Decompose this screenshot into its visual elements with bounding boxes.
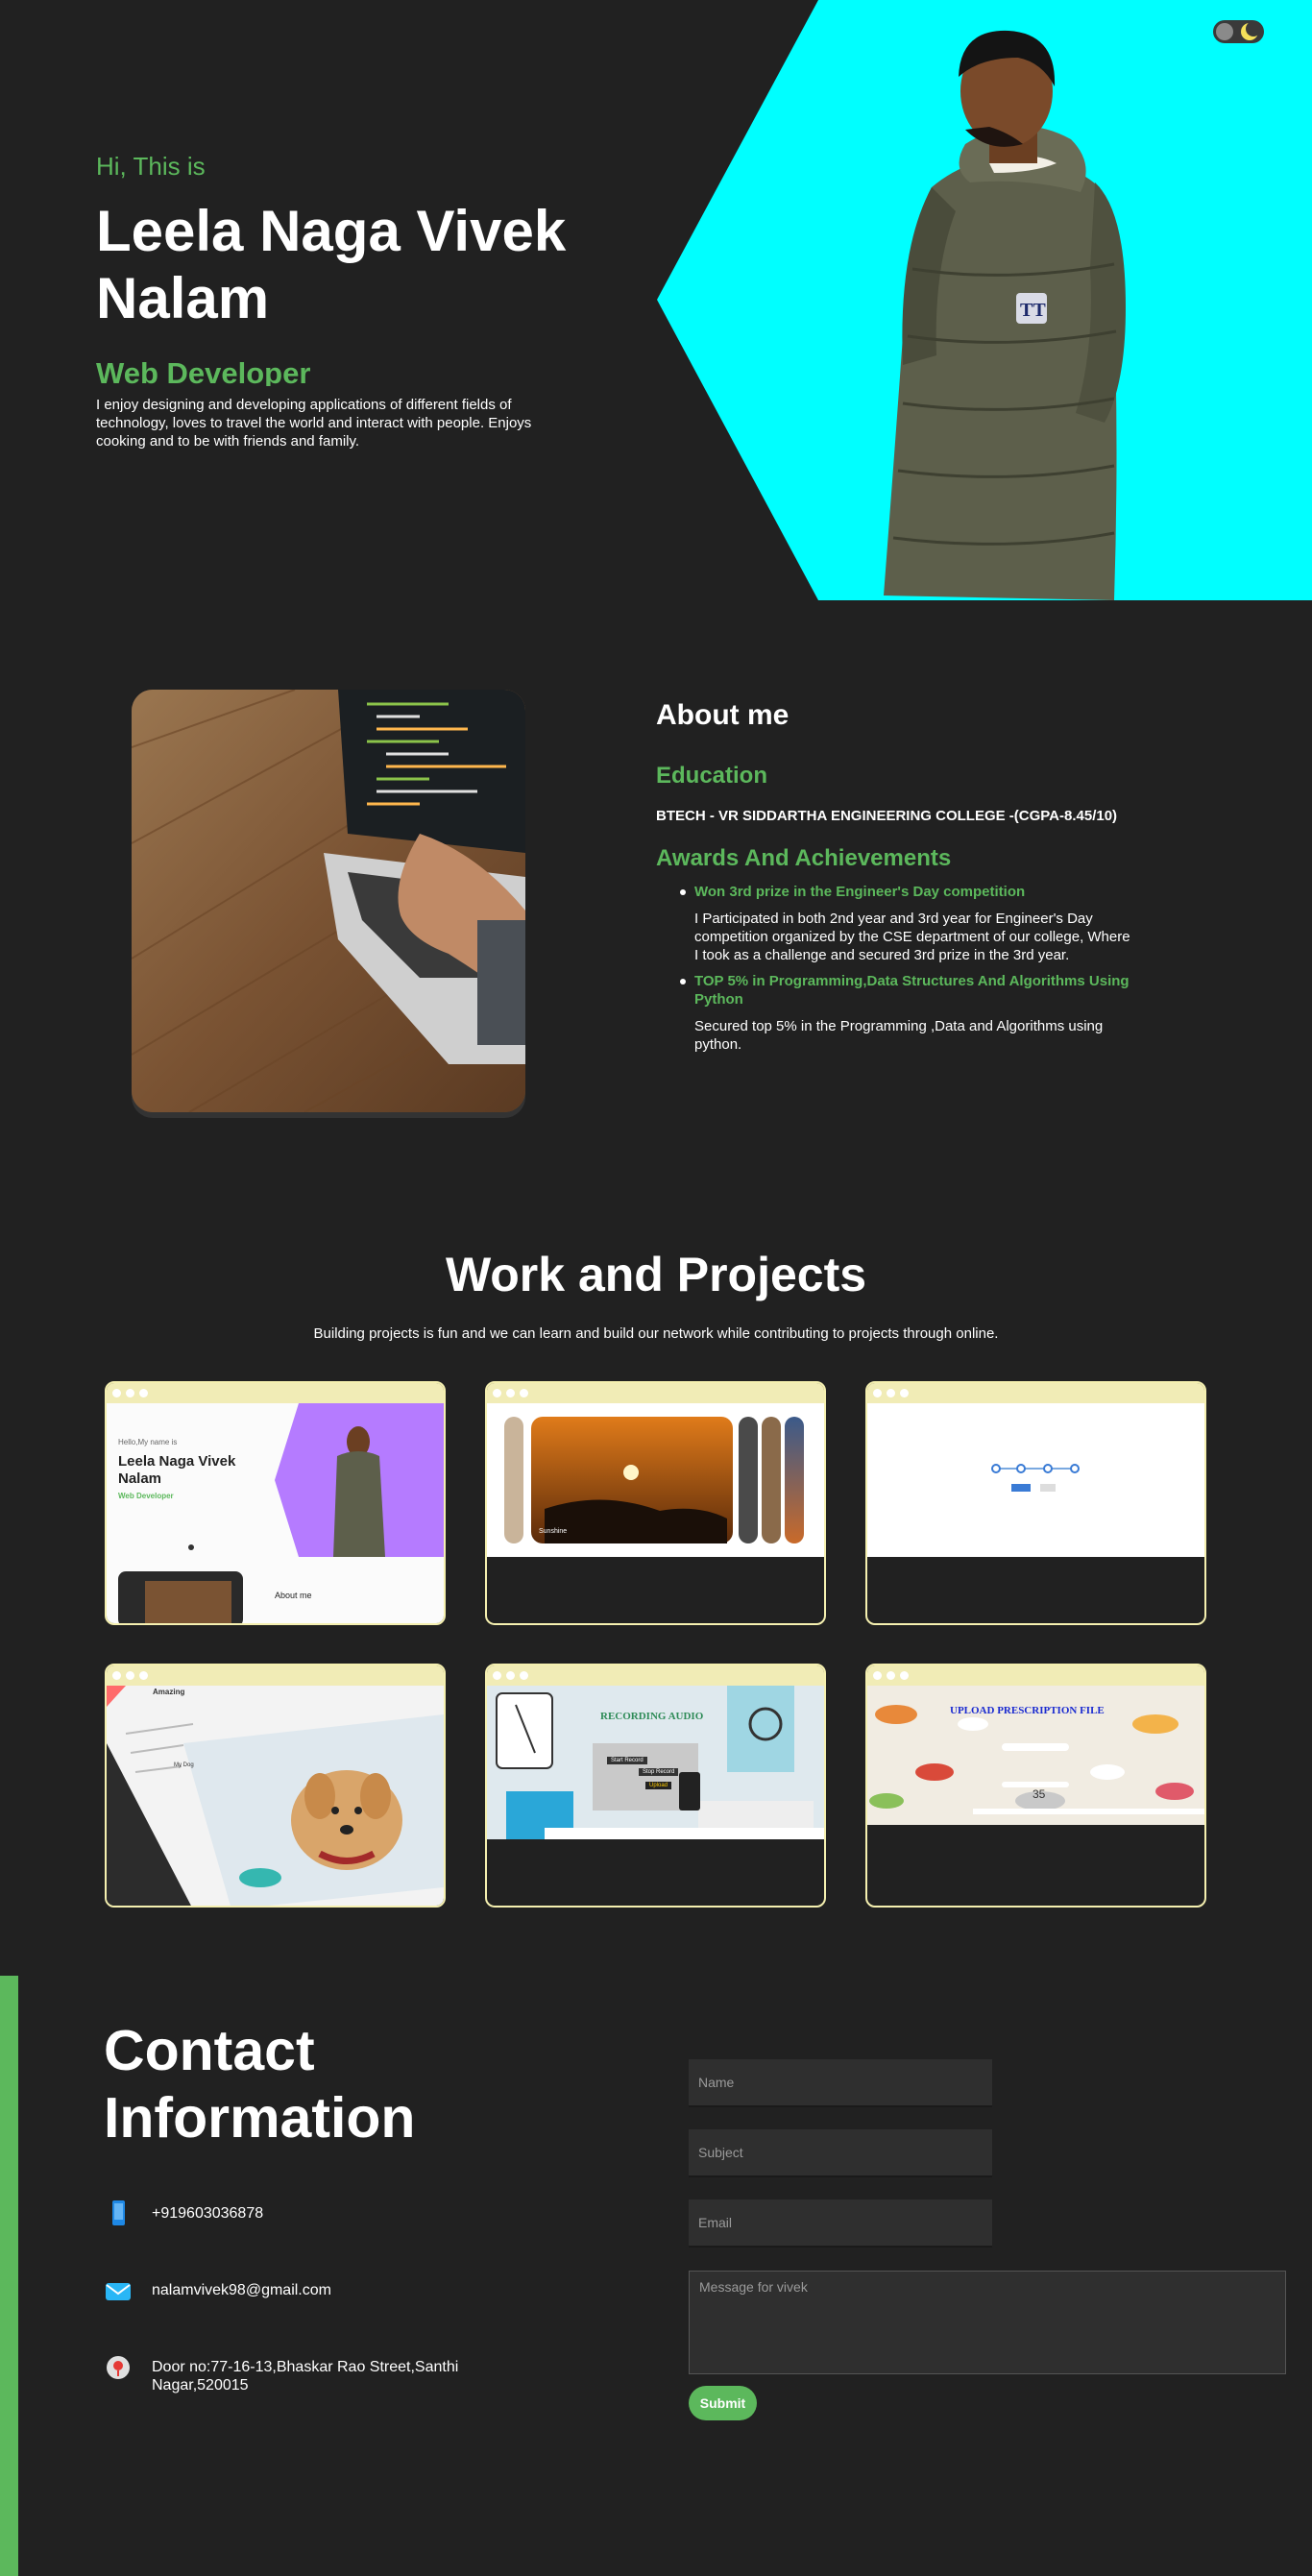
prescription-heading: UPLOAD PRESCRIPTION FILE <box>950 1705 1105 1716</box>
window-bar <box>867 1383 1204 1403</box>
profile-photo: TT <box>884 30 1126 600</box>
window-bar <box>867 1665 1204 1686</box>
portfolio-hello-text: Hello,My name is <box>118 1438 178 1446</box>
window-bar <box>487 1665 824 1686</box>
mail-icon <box>104 2276 133 2305</box>
phone-icon <box>104 2199 133 2228</box>
contact-title: Contact Information <box>104 2017 415 2151</box>
name-field[interactable] <box>689 2059 992 2107</box>
email-address[interactable]: nalamvivek98@gmail.com <box>152 2276 331 2299</box>
project-screenshot: Hello,My name is Leela Naga Vivek Nalam … <box>107 1403 444 1623</box>
work-subtitle: Building projects is fun and we can lear… <box>313 1325 999 1342</box>
project-card-recording[interactable]: RECORDING AUDIO Start Record Stop Record… <box>485 1664 826 1908</box>
toggle-knob <box>1216 23 1233 40</box>
award-title: TOP 5% in Programming,Data Structures An… <box>694 973 1130 1008</box>
recording-heading: RECORDING AUDIO <box>600 1711 704 1722</box>
svg-text:TT: TT <box>1020 300 1046 321</box>
awards-list: Won 3rd prize in the Engineer's Day comp… <box>680 883 1136 1061</box>
phone-number[interactable]: +919603036878 <box>152 2199 263 2223</box>
hero-name: Leela Naga Vivek Nalam <box>96 199 567 330</box>
education-heading: Education <box>656 763 768 789</box>
window-bar <box>487 1383 824 1403</box>
email-field[interactable] <box>689 2199 992 2248</box>
article-heading: Amazing <box>153 1688 185 1696</box>
subject-field[interactable] <box>689 2129 992 2177</box>
contact-email: nalamvivek98@gmail.com <box>104 2276 507 2305</box>
project-card-prescription[interactable]: UPLOAD PRESCRIPTION FILE 35 <box>865 1664 1206 1908</box>
work-title: Work and Projects <box>445 1248 867 1301</box>
recording-start-button: Start Record <box>607 1757 647 1764</box>
window-bar <box>107 1383 444 1403</box>
project-card-stepper[interactable] <box>865 1381 1206 1625</box>
project-card-gallery[interactable]: Sunshine <box>485 1381 826 1625</box>
contact-title-line1: Contact <box>104 2019 315 2082</box>
awards-heading: Awards And Achievements <box>656 845 952 871</box>
contact-address: Door no:77-16-13,Bhaskar Rao Street,Sant… <box>104 2353 507 2394</box>
project-card-portfolio[interactable]: Hello,My name is Leela Naga Vivek Nalam … <box>105 1381 446 1625</box>
award-item: Won 3rd prize in the Engineer's Day comp… <box>680 883 1136 964</box>
project-screenshot: Sunshine <box>487 1403 824 1557</box>
portfolio-name-line1: Leela Naga Vivek <box>118 1453 236 1470</box>
portfolio-about-text: About me <box>275 1591 312 1600</box>
about-title: About me <box>656 699 790 731</box>
article-subheading: My Dog <box>174 1762 194 1768</box>
prescription-number: 35 <box>1033 1787 1046 1801</box>
project-screenshot: Amazing My Dog <box>107 1686 444 1906</box>
moon-icon <box>1241 21 1261 40</box>
window-bar <box>107 1665 444 1686</box>
recording-upload-button: Upload <box>645 1782 672 1789</box>
portfolio-role-text: Web Developer <box>118 1492 174 1500</box>
education-text: BTECH - VR SIDDARTHA ENGINEERING COLLEGE… <box>656 808 1118 824</box>
hero-greeting: Hi, This is <box>96 152 206 181</box>
submit-button[interactable]: Submit <box>689 2386 757 2420</box>
project-card-article[interactable]: Amazing My Dog <box>105 1664 446 1908</box>
contact-phone: +919603036878 <box>104 2199 507 2228</box>
hero-section: TT Hi, This is Leela Naga Vivek Nalam We… <box>0 0 1312 600</box>
about-laptop-photo <box>132 690 525 1112</box>
award-description: I Participated in both 2nd year and 3rd … <box>694 911 1130 963</box>
message-field[interactable] <box>689 2271 1286 2374</box>
contact-accent-strip <box>0 1976 18 2576</box>
project-screenshot: RECORDING AUDIO Start Record Stop Record… <box>487 1686 824 1839</box>
project-screenshot <box>867 1403 1204 1557</box>
theme-toggle[interactable] <box>1213 20 1264 43</box>
award-item: TOP 5% in Programming,Data Structures An… <box>680 972 1136 1054</box>
portfolio-name-line2: Nalam <box>118 1470 162 1487</box>
address-text: Door no:77-16-13,Bhaskar Rao Street,Sant… <box>152 2359 459 2394</box>
location-icon <box>104 2353 133 2382</box>
hero-role: Web Developer <box>96 357 311 386</box>
award-description: Secured top 5% in the Programming ,Data … <box>694 1018 1104 1053</box>
award-title: Won 3rd prize in the Engineer's Day comp… <box>694 884 1026 900</box>
hero-intro: I enjoy designing and developing applica… <box>96 397 532 450</box>
gallery-caption: Sunshine <box>539 1528 568 1535</box>
project-screenshot: UPLOAD PRESCRIPTION FILE 35 <box>867 1686 1204 1825</box>
recording-stop-button: Stop Record <box>639 1768 679 1776</box>
contact-title-line2: Information <box>104 2086 416 2150</box>
